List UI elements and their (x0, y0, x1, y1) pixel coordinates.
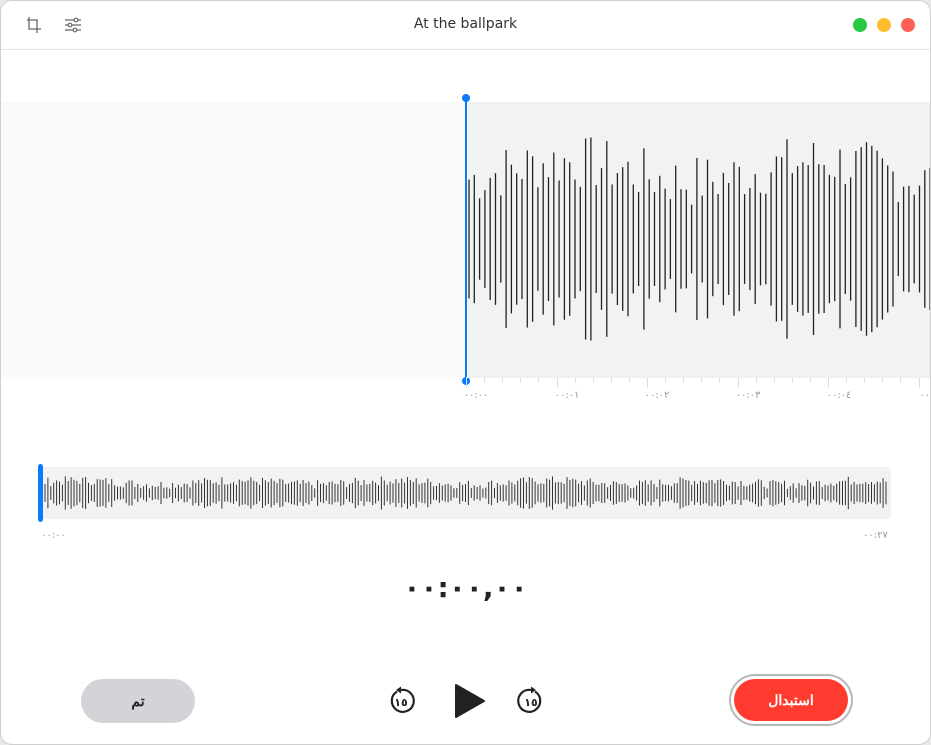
window-title: At the ballpark (413, 16, 518, 32)
voice-memo-window: At the ballpark ٠٠:٠٠ ٠٠:٠١ ٠٠:٠٢ ٠٠:٠٣ … (0, 0, 931, 745)
play-icon (455, 684, 485, 718)
ruler-tick (755, 378, 757, 383)
title-bar: At the ballpark (1, 1, 930, 50)
done-button[interactable]: تم (81, 679, 195, 723)
ruler-tick (502, 378, 504, 383)
skip-forward-15-icon: ١٥ (517, 686, 542, 713)
ruler-label: ٠٠:٠٠ (463, 390, 489, 401)
ruler-tick (647, 378, 648, 388)
ruler-tick (846, 378, 848, 383)
skip-forward-button[interactable]: ١٥ (515, 685, 547, 717)
zoom-button[interactable] (853, 18, 867, 32)
ruler-tick (610, 378, 612, 383)
replace-button[interactable]: استبدال (734, 679, 848, 721)
ruler-tick (665, 378, 667, 383)
ruler-label: ٠٠:٠٤ (826, 390, 852, 401)
svg-text:١٥: ١٥ (524, 696, 538, 709)
ruler-tick (773, 378, 775, 383)
ruler-tick (556, 378, 558, 388)
ruler-tick (466, 378, 467, 388)
ruler-tick (628, 378, 630, 383)
ruler-tick (520, 378, 522, 383)
current-time: ٠٠:٠٠,٠٠ (403, 571, 528, 604)
ruler-tick (828, 378, 829, 388)
ruler-tick (592, 378, 594, 383)
ruler-tick (809, 378, 811, 383)
skip-back-15-icon: ١٥ (390, 686, 415, 713)
ruler-tick (900, 378, 902, 383)
overview-waveform-bars (44, 476, 887, 510)
playhead[interactable] (465, 98, 467, 381)
ruler-label: ٠٠:٠١ (554, 390, 580, 401)
ruler-tick (701, 378, 703, 383)
overview-waveform[interactable] (39, 467, 891, 519)
ruler-tick (574, 378, 576, 383)
play-button[interactable] (453, 683, 487, 719)
ruler-label: ٠٠:٠٣ (735, 390, 761, 401)
ruler-tick (484, 378, 486, 383)
ruler-tick (719, 378, 721, 383)
overview-start-time: ٠٠:٠٠ (41, 530, 66, 541)
ruler-label: ٠٠:٠ (919, 390, 931, 401)
close-button[interactable] (901, 18, 915, 32)
ruler-tick (538, 378, 540, 383)
overview-playhead[interactable] (38, 464, 43, 522)
ruler-tick (918, 378, 920, 388)
svg-text:١٥: ١٥ (394, 696, 408, 709)
ruler-tick (882, 378, 884, 383)
ruler-label: ٠٠:٠٢ (644, 390, 670, 401)
skip-back-button[interactable]: ١٥ (385, 685, 417, 717)
ruler-tick (791, 378, 793, 383)
ruler-tick (737, 378, 739, 388)
overview-end-time: ٠٠:٢٧ (863, 530, 888, 541)
playhead-top-handle[interactable] (462, 94, 470, 102)
time-ruler (466, 377, 930, 391)
ruler-tick (683, 378, 685, 383)
ruler-tick (864, 378, 866, 383)
minimize-button[interactable] (877, 18, 891, 32)
